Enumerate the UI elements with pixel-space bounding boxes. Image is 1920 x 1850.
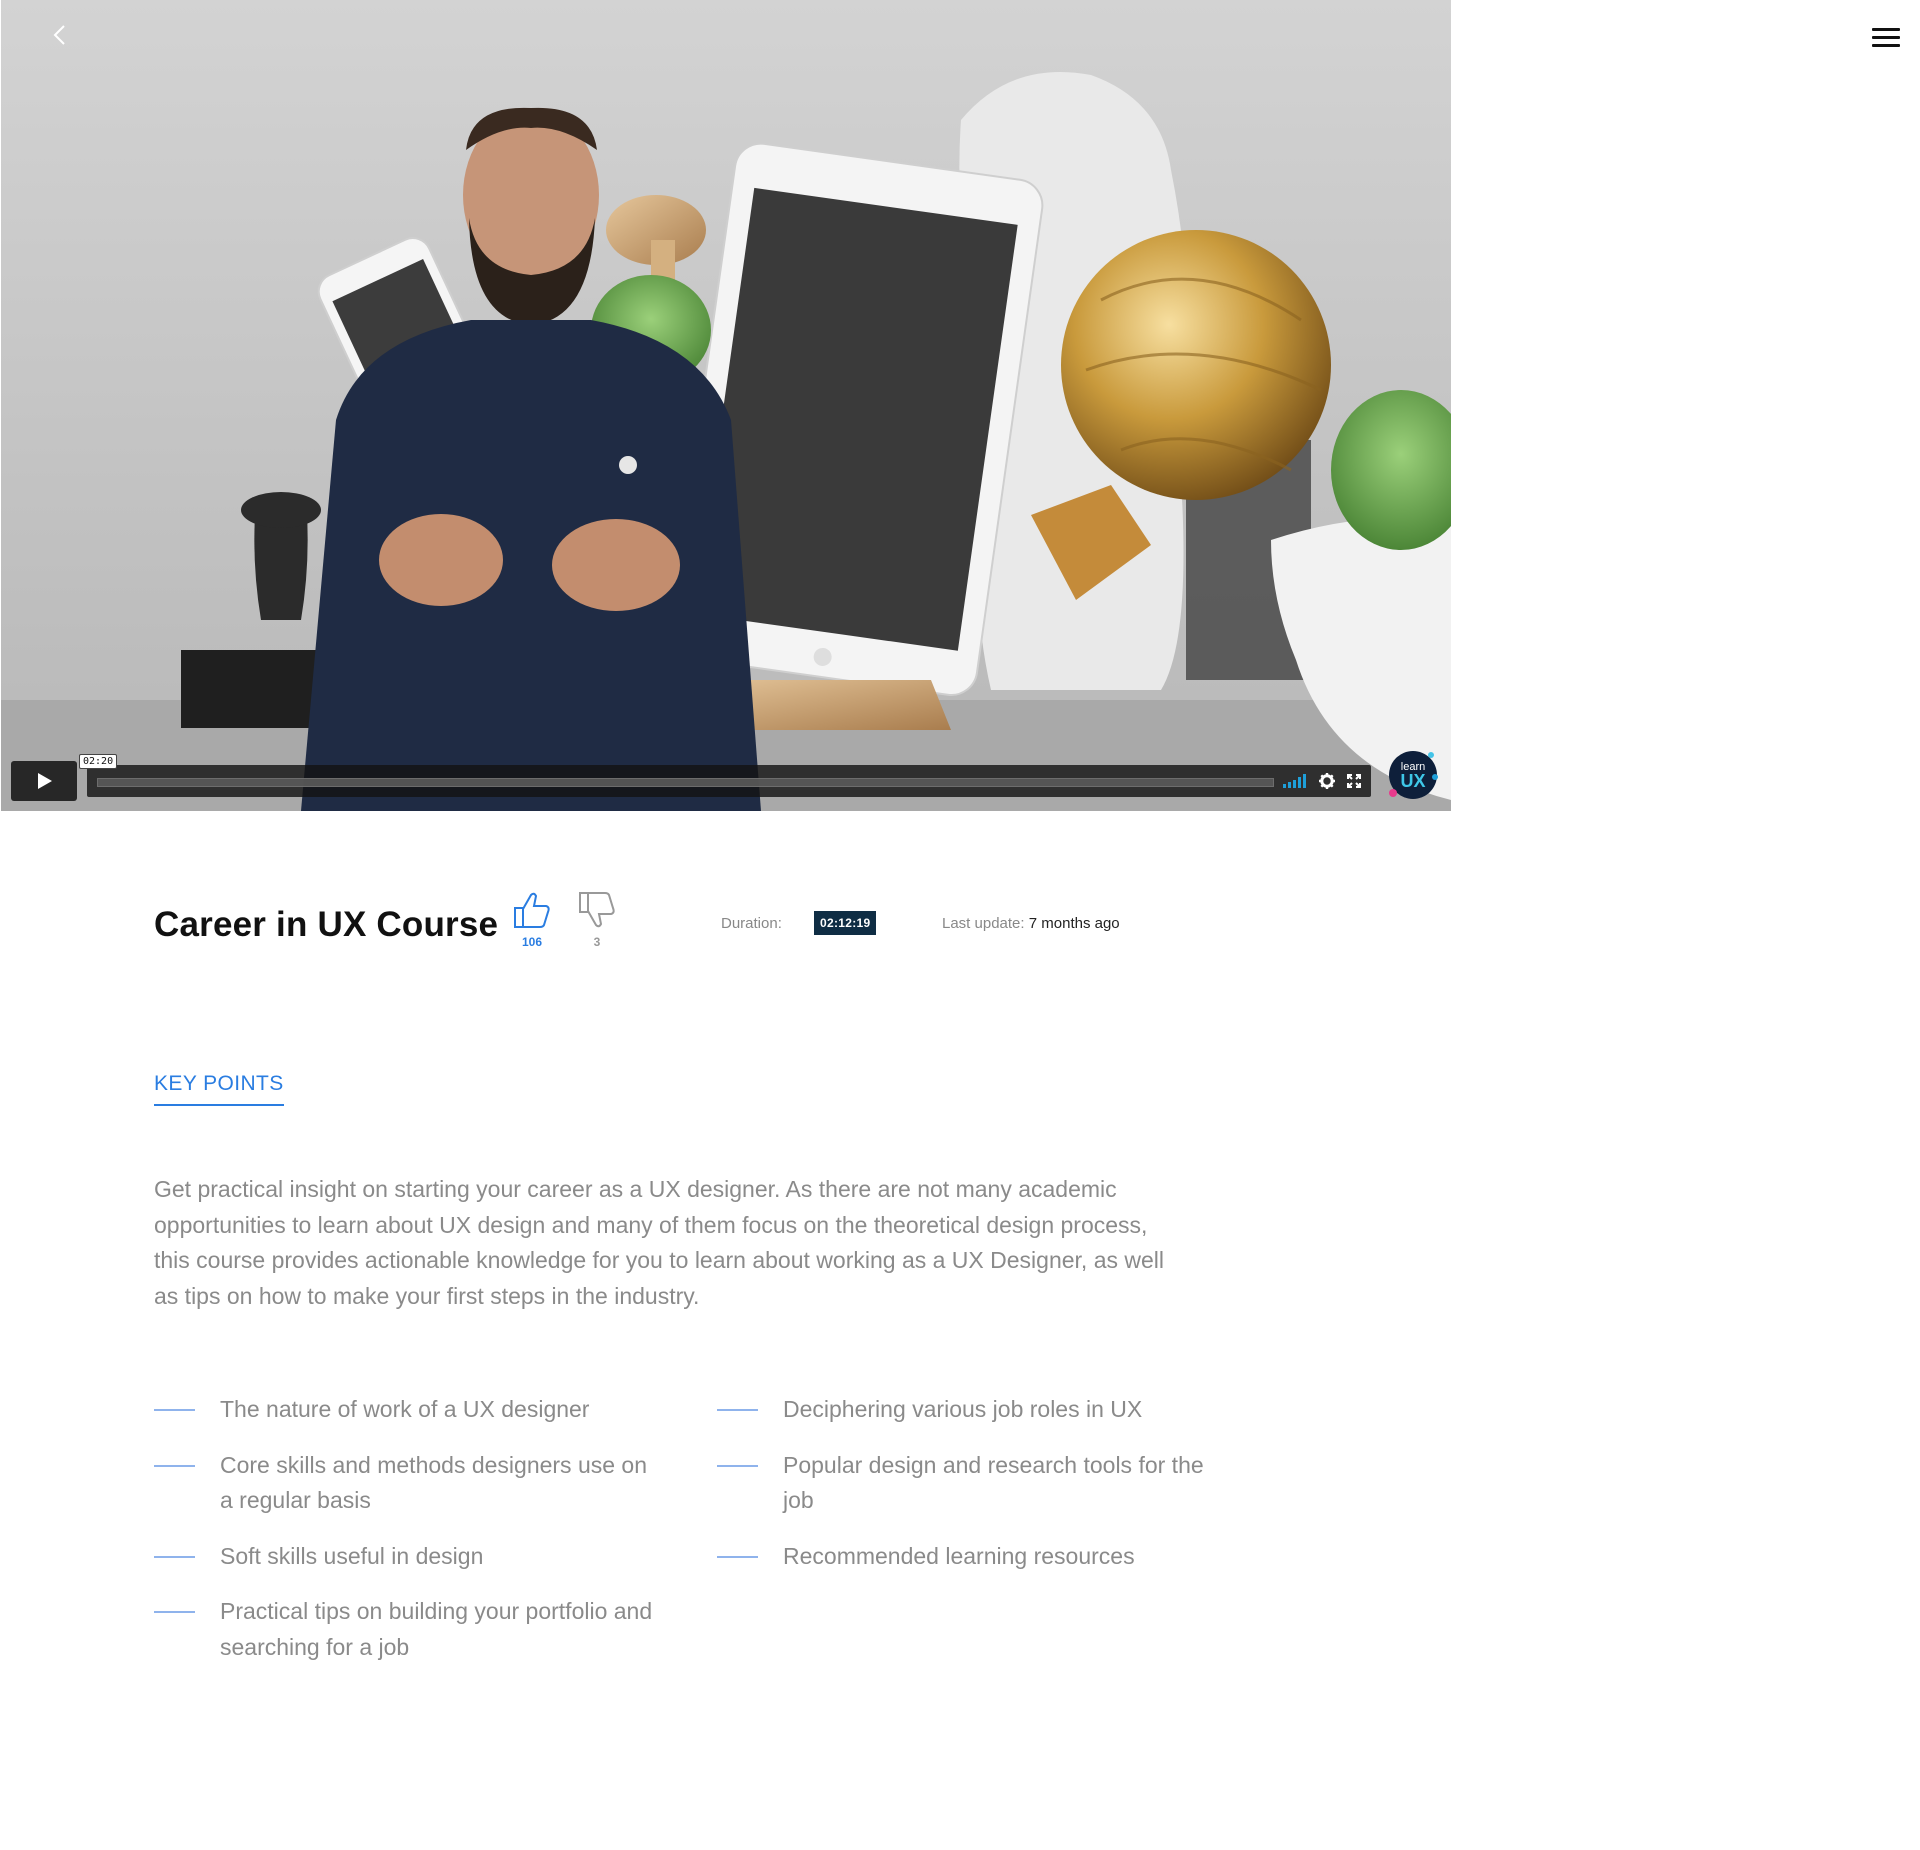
video-frame bbox=[1, 0, 1451, 811]
dislike-button[interactable]: 3 bbox=[577, 891, 617, 949]
like-button[interactable]: 106 bbox=[512, 891, 552, 949]
video-player[interactable]: 02:20 learn UX bbox=[1, 0, 1451, 811]
course-description: Get practical insight on starting your c… bbox=[154, 1176, 1165, 1309]
menu-button[interactable] bbox=[1872, 28, 1900, 50]
course-header: Career in UX Course 106 3 Duration: 02:1… bbox=[154, 885, 1254, 955]
list-item: Recommended learning resources bbox=[717, 1539, 1217, 1575]
key-points-left: The nature of work of a UX designer Core… bbox=[154, 1392, 654, 1685]
dash-icon bbox=[154, 1555, 195, 1558]
key-point-text: Soft skills useful in design bbox=[220, 1542, 484, 1569]
key-point-text: Deciphering various job roles in UX bbox=[783, 1396, 1143, 1422]
last-update-value: 7 months ago bbox=[1028, 915, 1120, 932]
chevron-left-icon bbox=[53, 25, 65, 45]
list-item: The nature of work of a UX designer bbox=[154, 1392, 654, 1428]
like-count: 106 bbox=[521, 935, 543, 949]
thumbs-up-icon bbox=[514, 892, 550, 928]
fullscreen-button[interactable] bbox=[1347, 774, 1361, 788]
learn-ux-logo: learn UX bbox=[1387, 749, 1439, 801]
course-title: Career in UX Course bbox=[154, 905, 499, 944]
play-button[interactable] bbox=[11, 761, 77, 801]
key-point-text: Recommended learning resources bbox=[783, 1542, 1135, 1569]
dash-icon bbox=[717, 1409, 758, 1411]
last-update: Last update: 7 months ago bbox=[942, 915, 1120, 932]
dash-icon bbox=[154, 1409, 195, 1411]
logo-text-ux: UX bbox=[1400, 771, 1425, 791]
list-item: Deciphering various job roles in UX bbox=[717, 1392, 1217, 1428]
hamburger-menu-icon bbox=[1872, 28, 1900, 47]
fullscreen-icon bbox=[1347, 774, 1361, 788]
dislike-count: 3 bbox=[593, 935, 601, 949]
key-point-text: The nature of work of a UX designer bbox=[220, 1396, 590, 1422]
player-controls: 02:20 bbox=[11, 754, 1441, 801]
last-update-label: Last update: bbox=[942, 915, 1025, 932]
current-time-tooltip: 02:20 bbox=[79, 754, 118, 769]
dash-icon bbox=[154, 1611, 195, 1613]
back-button[interactable] bbox=[45, 20, 75, 50]
tab-key-points[interactable]: KEY POINTS bbox=[154, 1072, 284, 1106]
list-item: Soft skills useful in design bbox=[154, 1539, 654, 1575]
dash-icon bbox=[717, 1464, 758, 1467]
volume-button[interactable] bbox=[1283, 774, 1307, 788]
list-item: Practical tips on building your portfoli… bbox=[154, 1594, 654, 1665]
play-icon bbox=[38, 773, 52, 789]
key-points-right: Deciphering various job roles in UX Popu… bbox=[717, 1392, 1217, 1594]
dash-icon bbox=[717, 1555, 758, 1558]
control-icons bbox=[1283, 772, 1361, 790]
thumbs-down-icon bbox=[579, 892, 615, 928]
duration-badge: 02:12:19 bbox=[814, 911, 877, 935]
progress-bar[interactable] bbox=[97, 778, 1274, 787]
dash-icon bbox=[154, 1464, 195, 1467]
gear-icon bbox=[1319, 773, 1335, 789]
duration-label: Duration: bbox=[721, 915, 782, 932]
settings-button[interactable] bbox=[1319, 773, 1335, 789]
list-item: Core skills and methods designers use on… bbox=[154, 1448, 654, 1519]
key-point-text: Popular design and research tools for th… bbox=[783, 1451, 1204, 1514]
volume-bars-icon bbox=[1283, 774, 1306, 788]
control-bar bbox=[87, 765, 1371, 797]
key-point-text: Practical tips on building your portfoli… bbox=[220, 1598, 653, 1660]
list-item: Popular design and research tools for th… bbox=[717, 1448, 1217, 1519]
key-point-text: Core skills and methods designers use on… bbox=[220, 1451, 648, 1514]
